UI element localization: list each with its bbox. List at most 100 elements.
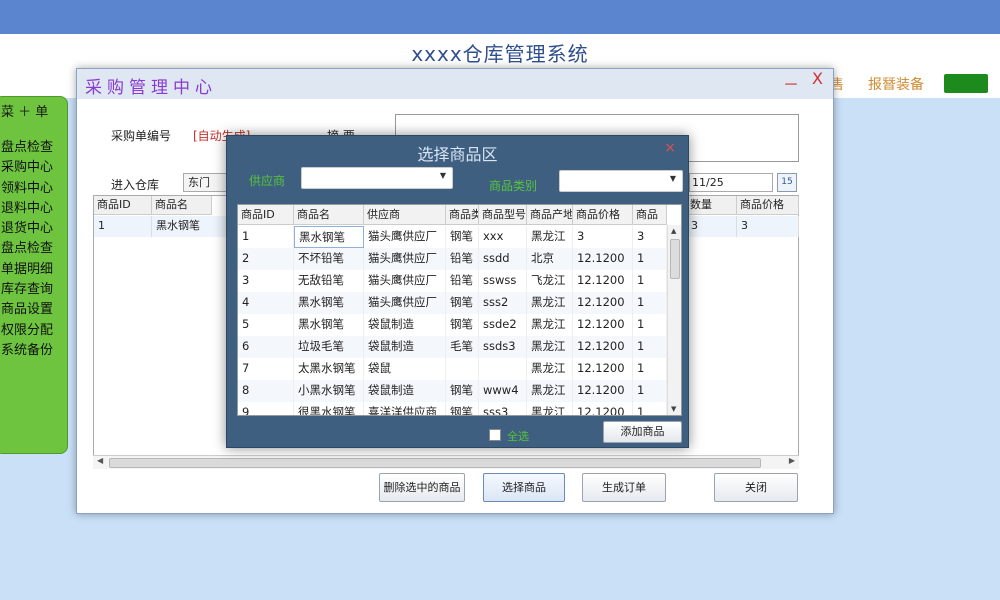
goods-cell-extra[interactable]: 3 xyxy=(633,226,667,248)
goods-row[interactable]: 3 无敌铅笔 猫头鹰供应厂 铅笔 sswss 飞龙江 12.1200 1 xyxy=(238,270,667,292)
goods-cell-extra[interactable]: 1 xyxy=(633,358,667,380)
goods-cell-model[interactable]: ssde2 xyxy=(479,314,527,336)
goods-cell-supplier[interactable]: 袋鼠制造 xyxy=(364,380,446,402)
goods-cell-category[interactable]: 毛笔 xyxy=(446,336,479,358)
goods-cell-name[interactable]: 黑水钢笔 xyxy=(294,314,364,336)
supplier-select[interactable]: ▼ xyxy=(301,167,453,189)
goods-cell-supplier[interactable]: 袋鼠 xyxy=(364,358,446,380)
goods-cell-extra[interactable]: 1 xyxy=(633,380,667,402)
goods-cell-model[interactable] xyxy=(479,358,527,380)
goods-cell-id[interactable]: 5 xyxy=(238,314,294,336)
goods-cell-origin[interactable]: 黑龙江 xyxy=(527,292,573,314)
goods-cell-id[interactable]: 8 xyxy=(238,380,294,402)
goods-cell-price[interactable]: 12.1200 xyxy=(573,358,633,380)
goods-cell-id[interactable]: 9 xyxy=(238,402,294,415)
goods-cell-name[interactable]: 太黑水钢笔 xyxy=(294,358,364,380)
scrollbar-thumb[interactable] xyxy=(109,458,761,468)
goods-cell-model[interactable]: sss3 xyxy=(479,402,527,415)
scroll-right-icon[interactable]: ▶ xyxy=(789,456,795,465)
goods-cell-price[interactable]: 12.1200 xyxy=(573,292,633,314)
goods-cell-origin[interactable]: 黑龙江 xyxy=(527,336,573,358)
side-menu-item-material-return[interactable]: 退料中心 xyxy=(0,199,67,219)
goods-cell-price[interactable]: 12.1200 xyxy=(573,314,633,336)
goods-cell-id[interactable]: 1 xyxy=(238,226,294,248)
goods-cell-model[interactable]: xxx xyxy=(479,226,527,248)
report-equipment-link[interactable]: 报朁装备 xyxy=(868,74,924,94)
goods-cell-id[interactable]: 4 xyxy=(238,292,294,314)
scroll-up-icon[interactable]: ▲ xyxy=(671,227,676,235)
goods-cell-model[interactable]: ssdd xyxy=(479,248,527,270)
goods-cell-category[interactable]: 铅笔 xyxy=(446,248,479,270)
goods-cell-name[interactable]: 不坏铅笔 xyxy=(294,248,364,270)
minimize-icon[interactable]: － xyxy=(783,71,799,95)
goods-cell-id[interactable]: 7 xyxy=(238,358,294,380)
goods-cell-price[interactable]: 12.1200 xyxy=(573,402,633,415)
green-action-button[interactable] xyxy=(944,74,988,93)
goods-cell-name[interactable]: 垃圾毛笔 xyxy=(294,336,364,358)
delete-selected-button[interactable]: 删除选中的商品 xyxy=(379,473,465,502)
goods-cell-origin[interactable]: 黑龙江 xyxy=(527,226,573,248)
grid-cell-name[interactable]: 黑水钢笔 xyxy=(152,216,232,237)
side-menu-item-inventory-check[interactable]: 盘点检查 xyxy=(0,138,67,158)
select-goods-button[interactable]: 选择商品 xyxy=(483,473,565,502)
date-field[interactable]: 11/25 xyxy=(689,173,773,192)
close-button[interactable]: 关闭 xyxy=(714,473,798,502)
scrollbar-thumb[interactable] xyxy=(670,239,680,279)
goods-cell-name[interactable]: 黑水钢笔 xyxy=(294,292,364,314)
goods-cell-extra[interactable]: 1 xyxy=(633,270,667,292)
goods-cell-id[interactable]: 3 xyxy=(238,270,294,292)
side-menu-item-requisition[interactable]: 领料中心 xyxy=(0,179,67,199)
goods-cell-origin[interactable]: 黑龙江 xyxy=(527,314,573,336)
goods-cell-model[interactable]: sswss xyxy=(479,270,527,292)
goods-cell-id[interactable]: 2 xyxy=(238,248,294,270)
select-all-checkbox[interactable] xyxy=(489,429,501,441)
side-menu-item-permissions[interactable]: 权限分配 xyxy=(0,321,67,341)
goods-cell-category[interactable]: 钢笔 xyxy=(446,314,479,336)
side-menu-item-stock-query[interactable]: 库存查询 xyxy=(0,280,67,300)
generate-order-button[interactable]: 生成订单 xyxy=(582,473,666,502)
goods-cell-category[interactable]: 铅笔 xyxy=(446,270,479,292)
goods-cell-origin[interactable]: 北京 xyxy=(527,248,573,270)
goods-cell-id[interactable]: 6 xyxy=(238,336,294,358)
goods-cell-supplier[interactable]: 猫头鹰供应厂 xyxy=(364,226,446,248)
goods-cell-extra[interactable]: 1 xyxy=(633,292,667,314)
goods-cell-price[interactable]: 12.1200 xyxy=(573,380,633,402)
goods-cell-price[interactable]: 12.1200 xyxy=(573,270,633,292)
side-menu-item-inventory-check-2[interactable]: 盘点检查 xyxy=(0,239,67,259)
goods-cell-category[interactable] xyxy=(446,358,479,380)
goods-cell-supplier[interactable]: 喜洋洋供应商 xyxy=(364,402,446,415)
goods-grid[interactable]: 商品ID 商品名 供应商 商品类 商品型号 商品产地 商品价格 商品 1 黑水钢笔… xyxy=(237,204,682,416)
add-goods-button[interactable]: 添加商品 xyxy=(603,421,682,443)
goods-cell-price[interactable]: 12.1200 xyxy=(573,248,633,270)
side-menu-item-backup[interactable]: 系统备份 xyxy=(0,341,67,361)
goods-cell-name[interactable]: 黑水钢笔 xyxy=(294,226,364,248)
goods-cell-extra[interactable]: 1 xyxy=(633,402,667,415)
goods-cell-name[interactable]: 无敌铅笔 xyxy=(294,270,364,292)
goods-row[interactable]: 5 黑水钢笔 袋鼠制造 钢笔 ssde2 黑龙江 12.1200 1 xyxy=(238,314,667,336)
goods-cell-origin[interactable]: 黑龙江 xyxy=(527,402,573,415)
goods-cell-category[interactable]: 钢笔 xyxy=(446,226,479,248)
goods-cell-model[interactable]: ssds3 xyxy=(479,336,527,358)
goods-cell-price[interactable]: 12.1200 xyxy=(573,336,633,358)
goods-cell-name[interactable]: 小黑水钢笔 xyxy=(294,380,364,402)
side-menu-item-purchase[interactable]: 采购中心 xyxy=(0,158,67,178)
goods-cell-supplier[interactable]: 袋鼠制造 xyxy=(364,314,446,336)
goods-row[interactable]: 2 不坏铅笔 猫头鹰供应厂 铅笔 ssdd 北京 12.1200 1 xyxy=(238,248,667,270)
goods-cell-extra[interactable]: 1 xyxy=(633,248,667,270)
goods-cell-origin[interactable]: 黑龙江 xyxy=(527,358,573,380)
goods-cell-name[interactable]: 很黑水钢笔 xyxy=(294,402,364,415)
goods-row[interactable]: 1 黑水钢笔 猫头鹰供应厂 钢笔 xxx 黑龙江 3 3 xyxy=(238,226,667,248)
goods-row[interactable]: 9 很黑水钢笔 喜洋洋供应商 钢笔 sss3 黑龙江 12.1200 1 xyxy=(238,402,667,415)
goods-row[interactable]: 4 黑水钢笔 猫头鹰供应厂 钢笔 sss2 黑龙江 12.1200 1 xyxy=(238,292,667,314)
goods-cell-category[interactable]: 钢笔 xyxy=(446,292,479,314)
side-menu-item-goods-settings[interactable]: 商品设置 xyxy=(0,300,67,320)
goods-cell-origin[interactable]: 黑龙江 xyxy=(527,380,573,402)
dialog-close-icon[interactable]: × xyxy=(664,140,676,156)
side-menu-item-goods-return[interactable]: 退货中心 xyxy=(0,219,67,239)
goods-row[interactable]: 6 垃圾毛笔 袋鼠制造 毛笔 ssds3 黑龙江 12.1200 1 xyxy=(238,336,667,358)
goods-cell-category[interactable]: 钢笔 xyxy=(446,380,479,402)
category-select[interactable]: ▼ xyxy=(559,170,683,192)
goods-row[interactable]: 7 太黑水钢笔 袋鼠 黑龙江 12.1200 1 xyxy=(238,358,667,380)
goods-cell-category[interactable]: 钢笔 xyxy=(446,402,479,415)
scroll-left-icon[interactable]: ◀ xyxy=(97,456,103,465)
